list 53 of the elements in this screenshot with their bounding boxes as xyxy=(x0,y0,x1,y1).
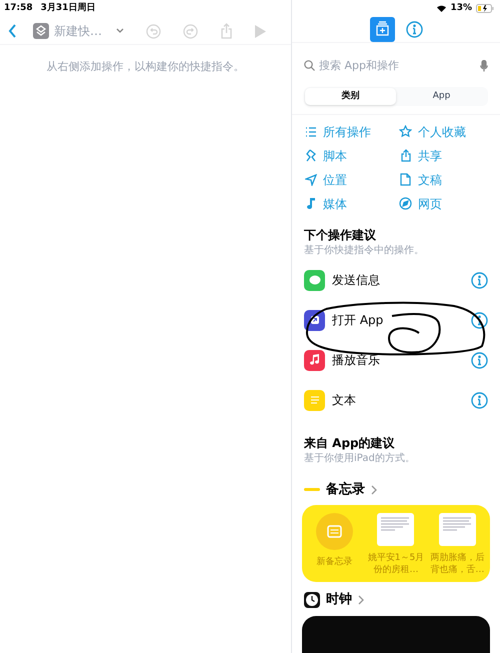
category-link[interactable]: 媒体 xyxy=(323,194,347,213)
segment-tab[interactable]: App xyxy=(396,88,487,105)
add-action-icon[interactable] xyxy=(370,16,394,42)
search-field[interactable]: 搜索 App和操作 xyxy=(300,56,492,76)
battery-charging-icon xyxy=(476,4,494,13)
chevron-right-icon[interactable] xyxy=(358,595,364,606)
search-icon xyxy=(304,60,315,72)
wifi-icon xyxy=(437,4,446,12)
section-title: 来自 App的建议 xyxy=(304,434,396,452)
action-name[interactable]: 文本 xyxy=(332,391,471,410)
category-link[interactable]: 网页 xyxy=(418,194,442,213)
category-link[interactable]: 脚本 xyxy=(323,146,347,165)
action-name[interactable]: 发送信息 xyxy=(332,271,471,290)
action-name[interactable]: 播放音乐 xyxy=(332,351,471,370)
category-link[interactable]: 个人收藏 xyxy=(418,122,466,141)
layers-app-icon[interactable] xyxy=(33,23,49,39)
note-label[interactable]: 姚平安1～5月份的房租… xyxy=(366,552,426,576)
share-icon xyxy=(400,149,412,162)
category-link[interactable]: 所有操作 xyxy=(323,122,371,141)
chevron-down-icon[interactable] xyxy=(116,28,124,34)
document-icon xyxy=(400,173,411,186)
note-thumbnail[interactable] xyxy=(377,513,414,546)
location-arrow-icon xyxy=(304,174,316,186)
note-label[interactable]: 新备忘录 xyxy=(304,556,365,568)
script-icon xyxy=(304,149,316,162)
category-link[interactable]: 文稿 xyxy=(418,170,442,189)
note-thumbnail[interactable] xyxy=(438,513,476,546)
app-name[interactable]: 备忘录 xyxy=(326,480,365,500)
list-icon xyxy=(304,126,316,138)
section-subtitle: 基于你快捷指令中的操作。 xyxy=(304,244,425,258)
note-label[interactable]: 两肋胀痛，后背也痛，舌… xyxy=(427,552,488,576)
status-time: 17:58 xyxy=(4,2,33,16)
category-link[interactable]: 位置 xyxy=(323,170,347,189)
chevron-right-icon[interactable] xyxy=(371,484,377,495)
clock-icon xyxy=(304,592,320,608)
action-name[interactable]: 打开 App xyxy=(332,311,471,330)
new-note-icon[interactable] xyxy=(316,513,354,550)
category-link[interactable]: 共享 xyxy=(418,146,442,165)
status-date: 3月31日周日 xyxy=(40,2,96,16)
back-icon[interactable] xyxy=(8,24,17,38)
battery-percent: 13% xyxy=(450,2,472,15)
segment-tab[interactable]: 类别 xyxy=(305,88,396,105)
app-name[interactable]: 时钟 xyxy=(326,590,352,610)
info-icon[interactable] xyxy=(471,312,488,329)
star-icon xyxy=(399,125,412,138)
shortcut-title[interactable]: 新建快… xyxy=(54,22,114,40)
music-note-icon xyxy=(306,197,316,210)
empty-editor-hint: 从右侧添加操作，以构建你的快捷指令。 xyxy=(46,59,246,75)
section-subtitle: 基于你使用iPad的方式。 xyxy=(304,452,416,466)
compass-icon xyxy=(399,197,412,210)
search-input[interactable]: 搜索 App和操作 xyxy=(319,58,476,74)
microphone-icon[interactable] xyxy=(480,60,488,72)
section-title: 下个操作建议 xyxy=(304,226,377,244)
